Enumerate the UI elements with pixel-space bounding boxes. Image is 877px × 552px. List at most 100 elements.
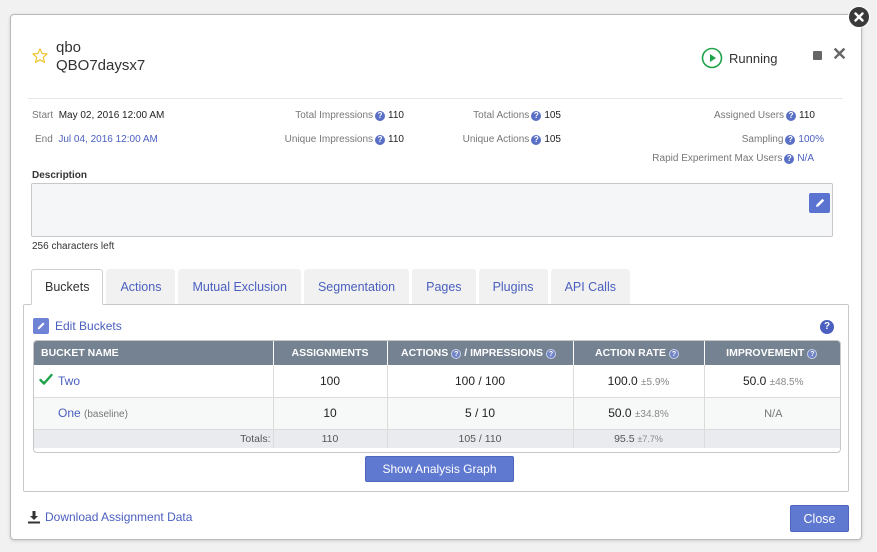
action-rate-cell: 100.0 ±5.9%: [573, 365, 705, 398]
unique-impressions-field: Unique Impressions? 110: [250, 134, 404, 145]
sampling-value-link[interactable]: 100%: [798, 134, 824, 145]
bucket-name-cell: One (baseline): [34, 397, 274, 430]
edit-buckets-label: Edit Buckets: [55, 319, 122, 333]
total-impressions-label: Total Impressions: [295, 110, 374, 121]
modal-header: qbo QBO7daysx7 Running ✕: [28, 39, 847, 99]
rapid-experiment-field: Rapid Experiment Max Users? N/A: [600, 153, 814, 164]
table-header-row: BUCKET NAME ASSIGNMENTS ACTIONS? / IMPRES…: [34, 341, 840, 365]
assignments-cell: 10: [273, 397, 388, 430]
end-label: End: [35, 134, 53, 145]
pencil-icon: [33, 318, 49, 334]
totals-action-rate: 95.5 ±7.7%: [573, 429, 705, 448]
tab-api-calls[interactable]: API Calls: [550, 269, 630, 304]
help-icon[interactable]: ?: [807, 349, 818, 359]
col-improvement[interactable]: IMPROVEMENT?: [704, 341, 840, 365]
totals-improvement: [704, 429, 840, 448]
characters-left: 256 characters left: [32, 241, 115, 252]
bucket-name-link[interactable]: Two: [58, 374, 80, 388]
status-indicator: Running: [701, 47, 777, 69]
end-value-link[interactable]: Jul 04, 2016 12:00 AM: [58, 134, 158, 145]
unique-actions-label: Unique Actions: [462, 134, 530, 145]
help-icon[interactable]: ?: [785, 135, 796, 145]
unique-impressions-label: Unique Impressions: [284, 134, 374, 145]
help-icon[interactable]: ?: [820, 320, 834, 334]
buckets-panel: Edit Buckets ? BUCKET NAME ASSIGNMENTS A…: [23, 304, 849, 492]
close-button[interactable]: Close: [790, 505, 849, 532]
unique-actions-field: Unique Actions? 105: [420, 134, 561, 145]
play-circle-icon[interactable]: [701, 47, 723, 69]
edit-buckets-link[interactable]: Edit Buckets: [33, 318, 122, 334]
table-row: Two 100 100 / 100 100.0 ±5.9% 50.0 ±48.5…: [34, 365, 840, 398]
total-impressions-field: Total Impressions? 110: [250, 110, 404, 121]
end-field: End Jul 04, 2016 12:00 AM: [35, 134, 158, 145]
help-icon[interactable]: ?: [531, 135, 542, 145]
assigned-users-label: Assigned Users: [714, 110, 785, 121]
col-action-rate[interactable]: ACTION RATE?: [573, 341, 705, 365]
download-icon: [28, 511, 40, 524]
assignments-cell: 100: [273, 365, 388, 398]
totals-row: Totals: 110 105 / 110 95.5 ±7.7%: [34, 429, 840, 448]
start-label: Start: [32, 110, 54, 121]
bucket-name-cell: Two: [34, 365, 274, 398]
help-icon[interactable]: ?: [375, 111, 386, 121]
rapid-experiment-label: Rapid Experiment Max Users: [652, 153, 783, 164]
total-actions-label: Total Actions: [473, 110, 530, 121]
winner-check-icon: [39, 373, 53, 385]
star-icon[interactable]: [31, 47, 49, 65]
col-bucket-name[interactable]: BUCKET NAME: [34, 341, 274, 365]
rapid-experiment-value-link[interactable]: N/A: [797, 153, 814, 164]
edit-description-button[interactable]: [809, 193, 830, 213]
help-icon[interactable]: ?: [786, 111, 797, 121]
experiment-name: QBO7daysx7: [56, 57, 146, 74]
delete-icon[interactable]: ✕: [832, 45, 847, 63]
baseline-tag: (baseline): [84, 409, 128, 420]
show-analysis-graph-button[interactable]: Show Analysis Graph: [365, 456, 514, 482]
description-label: Description: [32, 170, 88, 181]
col-assignments[interactable]: ASSIGNMENTS: [273, 341, 388, 365]
assigned-users-value: 110: [799, 110, 815, 121]
assigned-users-field: Assigned Users? 110: [600, 110, 815, 121]
start-field: Start May 02, 2016 12:00 AM: [32, 110, 164, 121]
help-icon[interactable]: ?: [784, 154, 795, 164]
close-icon: [854, 12, 864, 22]
tab-segmentation[interactable]: Segmentation: [303, 269, 410, 304]
modal-close-circle-button[interactable]: [848, 6, 870, 28]
tab-mutual-exclusion[interactable]: Mutual Exclusion: [178, 269, 301, 304]
help-icon[interactable]: ?: [668, 349, 679, 359]
tab-plugins[interactable]: Plugins: [478, 269, 548, 304]
total-actions-value: 105: [544, 110, 561, 121]
tab-pages[interactable]: Pages: [412, 269, 476, 304]
bucket-name-link[interactable]: One: [58, 406, 81, 420]
download-assignment-data-link[interactable]: Download Assignment Data: [27, 510, 192, 524]
help-icon[interactable]: ?: [546, 349, 556, 359]
buckets-table: BUCKET NAME ASSIGNMENTS ACTIONS? / IMPRES…: [33, 340, 841, 453]
total-impressions-value: 110: [388, 110, 404, 121]
unique-impressions-value: 110: [388, 134, 404, 145]
help-icon[interactable]: ?: [375, 135, 386, 145]
description-field[interactable]: [31, 183, 833, 237]
status-label: Running: [729, 50, 778, 66]
help-icon[interactable]: ?: [451, 349, 462, 359]
table-row: One (baseline) 10 5 / 10 50.0 ±34.8% N/A: [34, 397, 840, 430]
start-value: May 02, 2016 12:00 AM: [58, 110, 165, 121]
unique-actions-value: 105: [544, 134, 561, 145]
stop-icon[interactable]: [813, 51, 822, 60]
action-rate-cell: 50.0 ±34.8%: [573, 397, 705, 430]
tab-buckets[interactable]: Buckets: [31, 269, 104, 305]
totals-assignments: 110: [273, 429, 388, 448]
pencil-icon: [815, 198, 824, 207]
project-name: qbo: [56, 39, 82, 56]
tab-actions[interactable]: Actions: [106, 269, 176, 304]
sampling-field: Sampling? 100%: [600, 134, 824, 145]
actions-impressions-cell: 100 / 100: [387, 365, 574, 398]
improvement-cell: N/A: [704, 397, 840, 430]
totals-label: Totals:: [34, 429, 274, 448]
total-actions-field: Total Actions? 105: [420, 110, 561, 121]
improvement-cell: 50.0 ±48.5%: [704, 365, 840, 398]
actions-impressions-cell: 5 / 10: [387, 397, 574, 430]
col-actions-impressions[interactable]: ACTIONS? / IMPRESSIONS?: [387, 341, 574, 365]
sampling-label: Sampling: [741, 134, 784, 145]
help-icon[interactable]: ?: [531, 111, 542, 121]
download-label: Download Assignment Data: [45, 510, 193, 524]
totals-actions-impressions: 105 / 110: [387, 429, 574, 448]
